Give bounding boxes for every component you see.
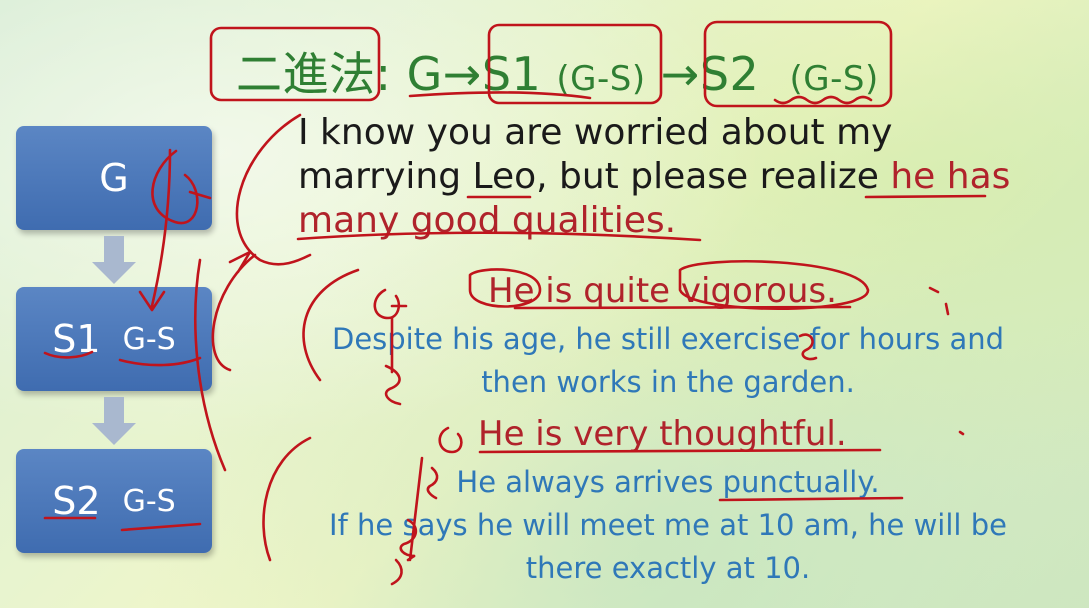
- general-statement: I know you are worried about my marrying…: [298, 111, 1018, 243]
- title-s1-gs: (G-S): [556, 59, 646, 99]
- s1-support-line-2: then works in the garden.: [481, 365, 855, 399]
- box-s2: S2 G-S: [16, 449, 212, 553]
- s1-support: Despite his age, he still exercise for h…: [300, 318, 1036, 404]
- title-s1: S1: [481, 47, 542, 101]
- title-s2-gs: (G-S): [789, 59, 879, 99]
- title-colon: :: [375, 47, 392, 101]
- s2-support-line-2: If he says he will meet me at 10 am, he …: [329, 508, 1007, 542]
- s2-heading: He is very thoughtful.: [478, 414, 847, 454]
- down-arrow-icon: [92, 397, 136, 445]
- title-g: G: [406, 47, 443, 101]
- slide-title: 二進法: G→S1 (G-S) →S2 (G-S): [236, 38, 879, 104]
- box-s1-label: S1: [52, 317, 101, 361]
- box-s1-gs: G-S: [122, 321, 176, 357]
- box-g-label: G: [99, 156, 129, 200]
- down-arrow-icon: [92, 236, 136, 284]
- box-s2-gs: G-S: [122, 483, 176, 519]
- s1-heading: He is quite vigorous.: [488, 271, 837, 311]
- s2-support: He always arrives punctually. If he says…: [300, 461, 1036, 590]
- general-statement-line-1: I know you are worried about my: [298, 112, 893, 153]
- general-statement-line-2: marrying Leo, but please realize he has: [298, 155, 1018, 199]
- s2-support-line-3: there exactly at 10.: [525, 551, 811, 585]
- general-statement-line-3: many good qualities.: [298, 200, 677, 241]
- s2-support-line-1: He always arrives punctually.: [456, 465, 880, 499]
- box-s2-label: S2: [52, 479, 101, 523]
- title-method: 二進法: [236, 47, 376, 101]
- box-s1: S1 G-S: [16, 287, 212, 391]
- box-g: G: [16, 126, 212, 230]
- title-arrow-2: →: [660, 47, 700, 101]
- s1-support-line-1: Despite his age, he still exercise for h…: [331, 322, 1004, 356]
- general-statement-highlight: he has: [890, 156, 1011, 197]
- title-arrow-1: →: [442, 47, 482, 101]
- title-s2: S2: [699, 47, 760, 101]
- general-statement-line-2-text: marrying Leo, but please realize: [298, 156, 891, 197]
